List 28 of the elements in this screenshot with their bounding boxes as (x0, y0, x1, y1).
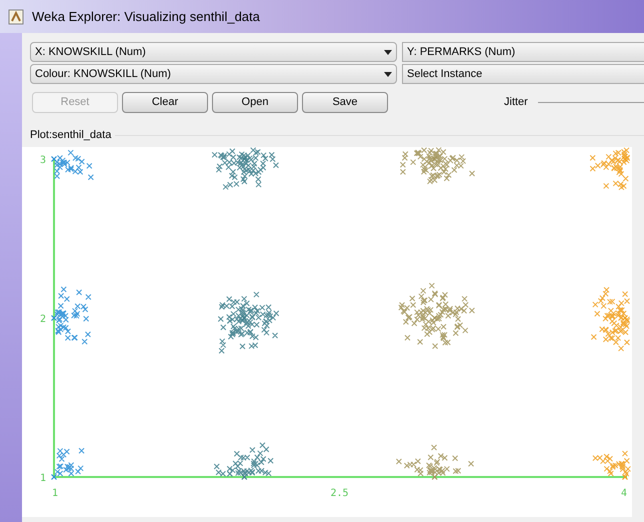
jitter-label: Jitter (504, 95, 528, 110)
toolbar-button[interactable]: Clear (122, 92, 208, 113)
jitter-cloud-drawing (54, 286, 92, 344)
jitter-cloud-drawing (214, 442, 274, 476)
jitter-cloud-drawing (218, 291, 280, 354)
jitter-cloud-drawing (212, 146, 279, 190)
instance-dropdown[interactable]: Select Instance (402, 64, 644, 84)
app-icon (8, 8, 24, 24)
x-tick-label: 1 (52, 488, 58, 498)
toolbar-button[interactable]: Open (212, 92, 298, 113)
y-tick-label: 1 (40, 472, 46, 484)
window-title: Weka Explorer: Visualizing senthil_data (32, 8, 260, 26)
jitter-cloud-drawing (54, 447, 85, 476)
x-axis-dropdown[interactable]: X: KNOWSKILL (Num) (30, 42, 397, 62)
dropdown-caret-icon (384, 50, 392, 54)
jitter-cloud-drawing (54, 149, 94, 180)
y-axis-dropdown[interactable]: Y: PERMARKS (Num) (402, 42, 644, 62)
y-tick-label: 2 (40, 314, 46, 324)
jitter-cloud-drawing (592, 450, 631, 476)
dropdown-caret-icon (384, 72, 392, 76)
x-tick-label: 4 (620, 488, 627, 498)
y-tick-label: 3 (40, 154, 46, 166)
jitter-cloud-drawing (590, 146, 630, 190)
colour-dropdown[interactable]: Colour: KNOWSKILL (Num) (30, 64, 397, 84)
plot-title: Plot:senthil_data (30, 128, 112, 143)
toolbar-button[interactable]: Save (302, 92, 388, 113)
x-tick-label: 2.5 (330, 488, 349, 498)
jitter-cloud-drawing (590, 286, 630, 351)
